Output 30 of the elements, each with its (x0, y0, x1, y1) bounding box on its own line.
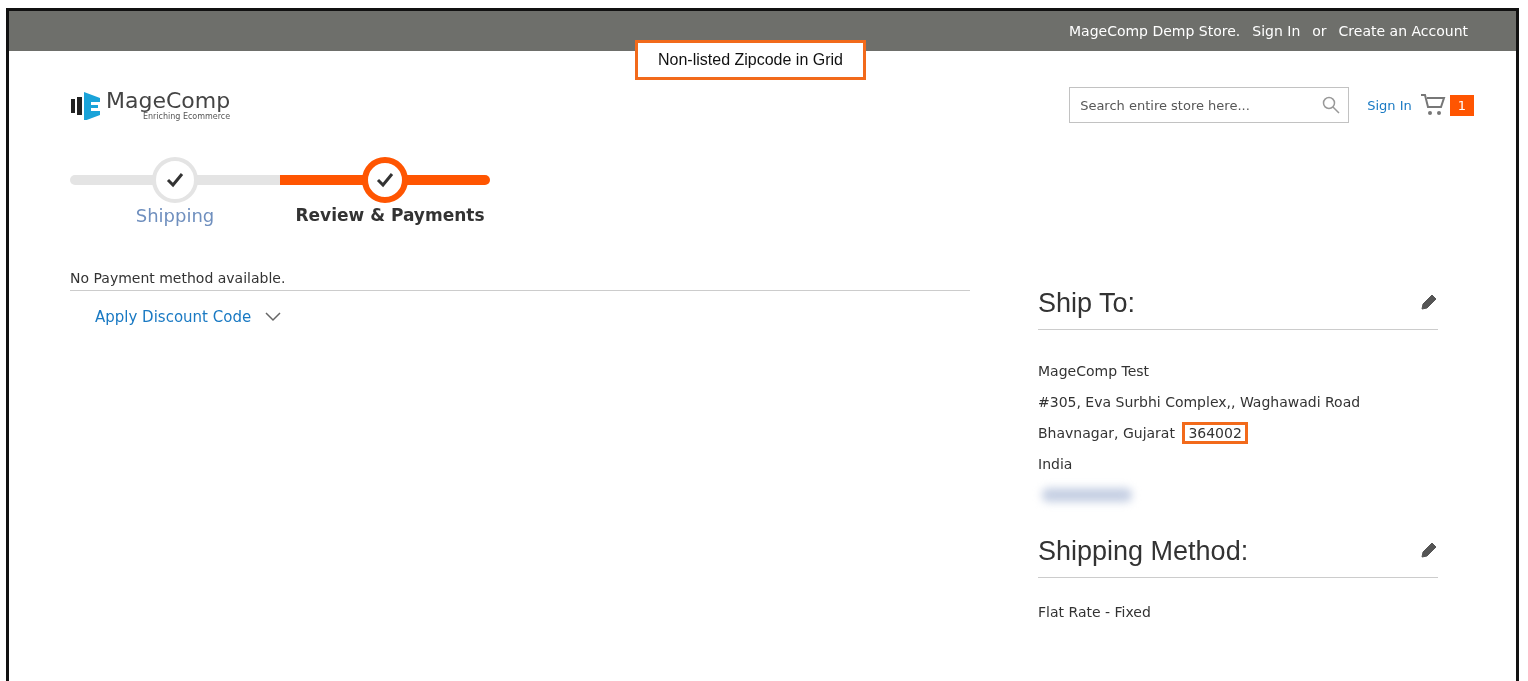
logo-name: MageComp (106, 89, 231, 112)
chevron-down-icon (265, 312, 282, 322)
welcome-text: MageComp Demp Store. (1068, 23, 1241, 39)
checkmark-icon (166, 172, 184, 188)
shipping-method-value: Flat Rate - Fixed (1038, 604, 1152, 620)
discount-code-toggle[interactable]: Apply Discount Code (95, 308, 282, 326)
address-line: #305, Eva Surbhi Complex,, Waghawadi Road (1038, 393, 1362, 412)
zipcode-text: 364002 (1182, 422, 1248, 444)
payment-message: No Payment method available. (70, 270, 970, 291)
sign-in-link[interactable]: Sign In (1367, 97, 1412, 113)
search-field[interactable]: Search entire store here... (1069, 87, 1350, 123)
section-title: Shipping Method: (1038, 536, 1249, 567)
step-label[interactable]: Review & Payments (295, 205, 485, 225)
or-text: or (1312, 23, 1327, 39)
sign-in-link[interactable]: Sign In (1252, 23, 1301, 39)
section-title: Ship To: (1038, 288, 1136, 319)
annotation-callout: Non-listed Zipcode in Grid (635, 40, 866, 80)
pencil-icon (1420, 293, 1438, 311)
search-icon[interactable] (1322, 96, 1341, 114)
cart-icon[interactable] (1419, 93, 1446, 117)
pencil-icon (1420, 541, 1438, 559)
address-line: India (1038, 455, 1074, 474)
logo-icon (70, 90, 100, 120)
address-line: MageComp Test (1038, 362, 1151, 381)
logo-tagline: Enriching Ecommerce (142, 111, 231, 121)
checkmark-icon (376, 172, 394, 188)
cart-count-badge: 1 (1449, 94, 1474, 116)
create-account-link[interactable]: Create an Account (1338, 23, 1468, 39)
step-label[interactable]: Shipping (135, 205, 215, 226)
address-line: Bhavnagar, Gujarat (1038, 425, 1175, 441)
